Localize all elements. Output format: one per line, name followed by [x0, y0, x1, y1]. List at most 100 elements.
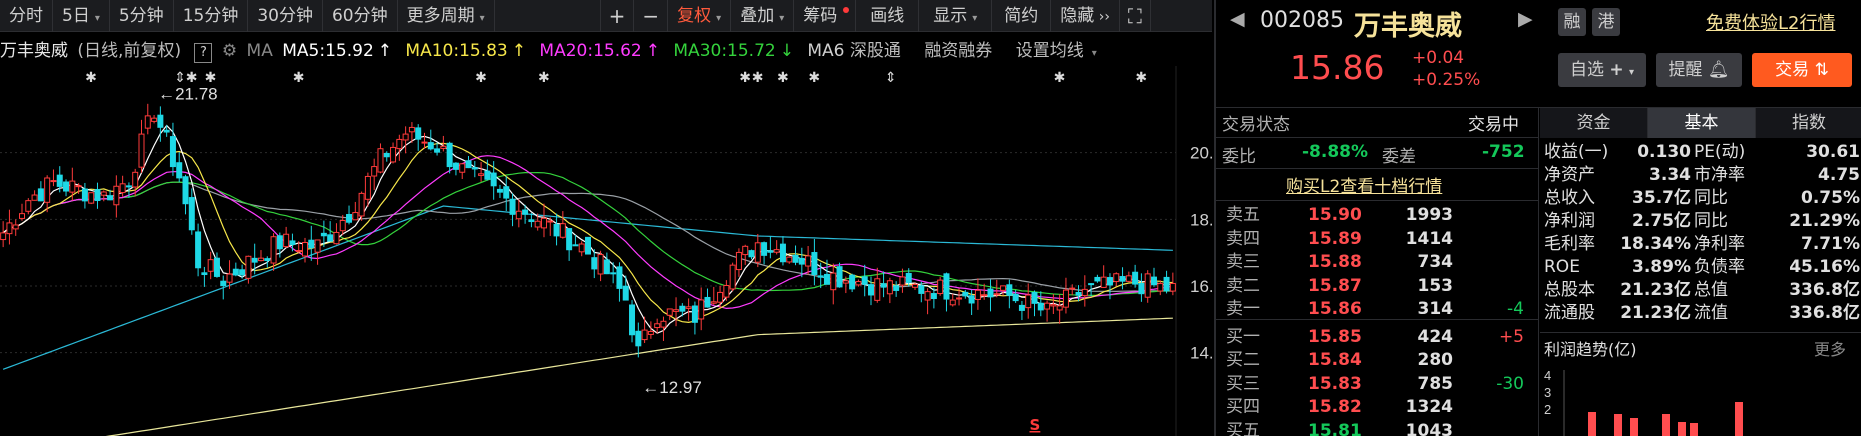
chouma-button[interactable]: 筹码 — [794, 0, 857, 32]
candle-body — [169, 136, 176, 168]
fund-row: 净资产 3.34 市净率 4.75 — [1544, 165, 1860, 185]
bid-row[interactable]: 买二 15.84 280 — [1216, 349, 1536, 372]
profit-bar — [1690, 423, 1698, 436]
candle-body — [1075, 291, 1082, 296]
candle-body — [629, 304, 636, 336]
profit-bar — [1630, 418, 1638, 436]
candle-body — [138, 133, 145, 168]
fund-tab-2[interactable]: 指数 — [1756, 108, 1861, 138]
candle-body — [811, 252, 818, 275]
fund-row: 毛利率 18.34% 净利率 7.71% — [1544, 234, 1860, 254]
fund-tab-1[interactable]: 基本 — [1648, 108, 1756, 138]
trade-button[interactable]: 交易 ⇅ — [1752, 53, 1852, 87]
candle-body — [937, 279, 944, 295]
profit-more-link[interactable]: 更多 — [1814, 336, 1846, 360]
shenguantong-link[interactable]: 深股通 — [850, 41, 901, 61]
candle-body — [0, 232, 7, 241]
period-tab-6[interactable]: 更多周期 ▾ — [398, 0, 495, 32]
candle-body — [144, 115, 151, 129]
candle-body — [874, 278, 881, 301]
candle-body — [1018, 304, 1025, 311]
gear-icon[interactable]: ⚙ — [222, 41, 237, 61]
fund-row: 收益(一) 0.130 PE(动) 30.61 — [1544, 142, 1860, 162]
ask-row[interactable]: 卖五 15.90 1993 — [1216, 204, 1536, 227]
period-tab-1[interactable]: 5日 ▾ — [53, 0, 110, 32]
l2-trial-link[interactable]: 免费体验L2行情 — [1706, 9, 1835, 35]
candle-body — [50, 180, 57, 183]
ask-row[interactable]: 卖四 15.89 1414 — [1216, 228, 1536, 251]
zoom-in-button[interactable]: + — [601, 0, 635, 32]
display-button[interactable]: 显示 ▾ — [919, 0, 993, 32]
candle-body — [1106, 277, 1113, 286]
alert-button[interactable]: 提醒 🔔︎ — [1656, 53, 1742, 87]
buy-l2-link[interactable]: 购买L2查看十档行情 — [1286, 172, 1442, 197]
event-split-icon: ⇕ — [885, 70, 897, 86]
candle-body — [1100, 276, 1107, 288]
weibi-value: -8.88% — [1302, 142, 1369, 162]
bid-row[interactable]: 买一 15.85 424 +5 — [1216, 326, 1536, 349]
candle-body — [679, 305, 686, 312]
fund-tab-0[interactable]: 资金 — [1540, 108, 1648, 138]
candle-body — [1119, 276, 1126, 282]
fund-row: 净利润 2.75亿 同比 21.29% — [1544, 211, 1860, 231]
period-tab-2[interactable]: 5分钟 — [110, 0, 174, 32]
candle-body — [773, 249, 780, 253]
event-star-icon: ✱ — [475, 70, 487, 86]
fullscreen-icon[interactable]: ⛶ — [1120, 0, 1151, 32]
ask-row[interactable]: 卖一 15.86 314 -4 — [1216, 298, 1536, 321]
quote-panel: ◀ 002085 万丰奥威 ▶ 融 港 免费体验L2行情 15.86 +0.04… — [1214, 0, 1861, 436]
ask-row[interactable]: 卖二 15.87 153 — [1216, 275, 1536, 298]
candle-body — [19, 213, 26, 219]
draw-line-button[interactable]: 画线 — [856, 0, 920, 32]
candle-body — [1157, 283, 1164, 292]
ma-label: MA — [246, 41, 273, 61]
rongzi-link[interactable]: 融资融券 — [924, 41, 992, 61]
candle-body — [566, 228, 573, 251]
candle-body — [943, 273, 950, 300]
candle-body — [912, 283, 919, 288]
event-star-icon: ✱ — [739, 70, 751, 86]
help-button[interactable]: ? — [194, 43, 213, 63]
fuquan-button[interactable]: 复权 ▾ — [668, 0, 732, 32]
period-tab-0[interactable]: 分时 — [0, 0, 53, 32]
candle-body — [905, 272, 912, 283]
kline-chart[interactable]: 20.0018.0016.0014.00←21.78←12.97✱✱✱✱✱✱✱✱… — [0, 66, 1212, 436]
candle-body — [1138, 282, 1145, 295]
set-ma-button[interactable]: 设置均线 ▾ — [1016, 41, 1101, 61]
simple-button[interactable]: 简约 — [992, 0, 1052, 32]
period-tab-3[interactable]: 15分钟 — [174, 0, 249, 32]
hide-button[interactable]: 隐藏 ›› — [1051, 0, 1120, 32]
candle-body — [125, 185, 132, 188]
ask-row[interactable]: 卖三 15.88 734 — [1216, 251, 1536, 274]
candle-body — [861, 276, 868, 285]
candle-body — [207, 259, 214, 272]
next-stock-button[interactable]: ▶ — [1518, 8, 1533, 30]
prev-stock-button[interactable]: ◀ — [1230, 8, 1245, 30]
bid-row[interactable]: 买四 15.82 1324 — [1216, 396, 1536, 419]
profit-bar — [1588, 412, 1596, 436]
zoom-out-button[interactable]: − — [634, 0, 669, 32]
ma5-value: MA5:15.92 ↑ — [282, 41, 393, 61]
period-tab-4[interactable]: 30分钟 — [248, 0, 323, 32]
candle-body — [886, 280, 893, 295]
candle-body — [585, 236, 591, 255]
candle-body — [817, 275, 824, 278]
candle-body — [352, 212, 359, 221]
candle-body — [452, 162, 459, 170]
candle-body — [522, 209, 529, 215]
period-tab-5[interactable]: 60分钟 — [323, 0, 398, 32]
add-watchlist-button[interactable]: 自选 + ▾ — [1558, 53, 1646, 87]
fundamental-tabs: 资金 基本 指数 — [1540, 108, 1861, 138]
candle-body — [402, 133, 409, 141]
profit-bar — [1614, 414, 1622, 436]
candle-body — [283, 233, 290, 248]
candle-body — [339, 219, 346, 232]
diejia-button[interactable]: 叠加 ▾ — [731, 0, 795, 32]
profit-trend-title: 利润趋势(亿) — [1544, 340, 1637, 359]
profit-trend-chart: 4 3 2 — [1544, 368, 1743, 436]
candle-body — [685, 306, 692, 309]
bid-row[interactable]: 买三 15.83 785 -30 — [1216, 373, 1536, 396]
ma30-value: MA30:15.72 ↓ — [673, 41, 794, 61]
low-price-label: ←12.97 — [642, 378, 702, 397]
bid-row[interactable]: 买五 15.81 1043 — [1216, 420, 1536, 436]
